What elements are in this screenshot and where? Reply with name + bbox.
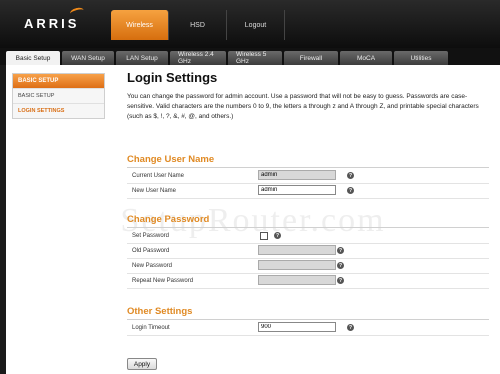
topnav-logout[interactable]: Logout — [227, 10, 285, 40]
help-icon[interactable]: ? — [337, 247, 344, 254]
row-current-user: Current User Name ? — [127, 169, 489, 184]
help-icon[interactable]: ? — [274, 232, 281, 239]
tab-utilities[interactable]: Utilities — [394, 51, 448, 65]
top-header: ARRIS Wireless HSD Logout — [0, 0, 500, 48]
top-navigation: Wireless HSD Logout — [111, 10, 285, 40]
help-icon[interactable]: ? — [337, 262, 344, 269]
tab-firewall[interactable]: Firewall — [284, 51, 338, 65]
tab-wireless-5[interactable]: Wireless 5 GHz — [228, 51, 282, 65]
current-user-label: Current User Name — [132, 173, 185, 179]
repeat-password-label: Repeat New Password — [132, 278, 194, 284]
main-area: Login Settings You can change the passwo… — [127, 70, 492, 122]
section-title-change-password: Change Password — [127, 214, 210, 225]
row-old-password: Old Password ? — [127, 244, 489, 259]
set-password-checkbox[interactable] — [260, 232, 268, 240]
repeat-password-input[interactable] — [258, 275, 336, 285]
sidebar-header[interactable]: BASIC SETUP — [13, 74, 104, 88]
page-description: You can change the password for admin ac… — [127, 93, 479, 120]
sidebar: BASIC SETUP BASIC SETUP LOGIN SETTINGS — [12, 73, 105, 119]
new-user-input[interactable] — [258, 185, 336, 195]
divider — [127, 167, 489, 168]
tab-lan-setup[interactable]: LAN Setup — [116, 51, 168, 65]
row-repeat-password: Repeat New Password ? — [127, 274, 489, 289]
old-password-input[interactable] — [258, 245, 336, 255]
tab-wan-setup[interactable]: WAN Setup — [62, 51, 114, 65]
logo-swoosh-icon — [69, 6, 85, 18]
help-icon[interactable]: ? — [347, 187, 354, 194]
divider — [127, 319, 489, 320]
sidebar-item-basic-setup[interactable]: BASIC SETUP — [13, 88, 104, 103]
section-title-change-user: Change User Name — [127, 154, 215, 165]
divider — [127, 227, 489, 228]
row-login-timeout: Login Timeout ? — [127, 321, 489, 336]
tab-basic-setup[interactable]: Basic Setup — [6, 51, 60, 65]
help-icon[interactable]: ? — [347, 172, 354, 179]
current-user-field — [258, 170, 336, 180]
content-panel: BASIC SETUP BASIC SETUP LOGIN SETTINGS L… — [6, 65, 500, 374]
section-title-other-settings: Other Settings — [127, 306, 193, 317]
tab-moca[interactable]: MoCA — [340, 51, 392, 65]
new-password-input[interactable] — [258, 260, 336, 270]
help-icon[interactable]: ? — [347, 324, 354, 331]
tab-bar: Basic Setup WAN Setup LAN Setup Wireless… — [0, 48, 500, 65]
topnav-wireless[interactable]: Wireless — [111, 10, 169, 40]
new-user-label: New User Name — [132, 188, 177, 194]
topnav-hsd[interactable]: HSD — [169, 10, 227, 40]
apply-button[interactable]: Apply — [127, 358, 157, 370]
row-new-user: New User Name ? — [127, 184, 489, 199]
page-title: Login Settings — [127, 70, 218, 85]
help-icon[interactable]: ? — [337, 277, 344, 284]
row-set-password: Set Password ? — [127, 229, 489, 244]
login-timeout-input[interactable] — [258, 322, 336, 332]
new-password-label: New Password — [132, 263, 173, 269]
sidebar-item-login-settings[interactable]: LOGIN SETTINGS — [13, 103, 104, 118]
login-timeout-label: Login Timeout — [132, 325, 170, 331]
row-new-password: New Password ? — [127, 259, 489, 274]
arris-logo: ARRIS — [24, 16, 80, 31]
old-password-label: Old Password — [132, 248, 170, 254]
tab-wireless-24[interactable]: Wireless 2.4 GHz — [170, 51, 226, 65]
set-password-label: Set Password — [132, 233, 170, 239]
